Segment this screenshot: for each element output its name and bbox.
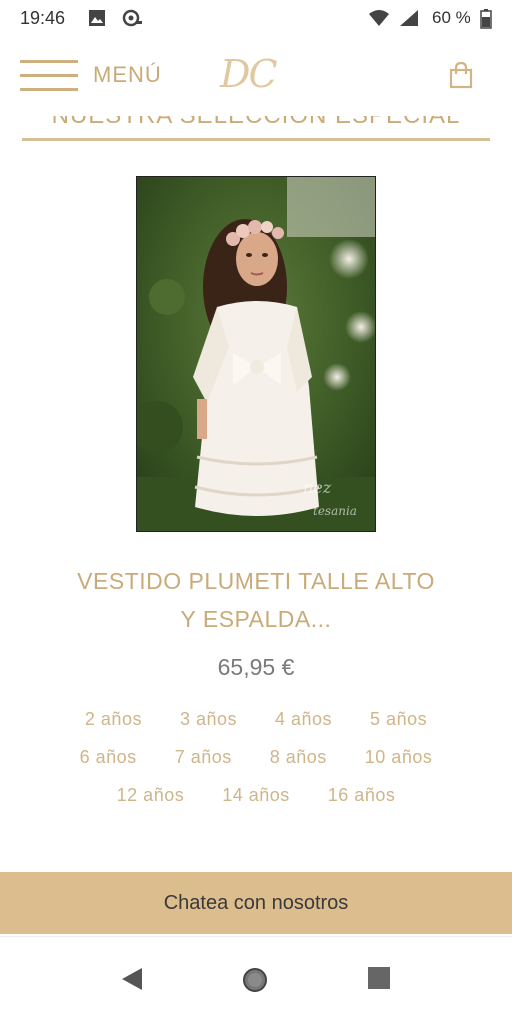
- size-option[interactable]: 10 años: [346, 742, 452, 780]
- section-divider: [22, 138, 490, 141]
- image-icon: [88, 9, 106, 31]
- size-option[interactable]: 16 años: [309, 780, 415, 818]
- chat-button[interactable]: Chatea con nosotros: [0, 872, 512, 934]
- system-nav-bar: [0, 936, 512, 1024]
- size-options: 2 años 3 años 4 años 5 años 6 años 7 año…: [40, 704, 472, 818]
- size-option[interactable]: 5 años: [351, 704, 446, 742]
- size-option[interactable]: 12 años: [98, 780, 204, 818]
- battery-icon: [480, 9, 492, 33]
- status-bar: 19:46 60 %: [0, 0, 512, 36]
- size-option[interactable]: 7 años: [156, 742, 251, 780]
- site-logo[interactable]: DC: [220, 52, 278, 96]
- back-icon[interactable]: [118, 965, 150, 997]
- size-row: 6 años 7 años 8 años 10 años: [40, 742, 472, 780]
- wifi-icon: [368, 9, 390, 31]
- product-image[interactable]: nez tesania: [136, 176, 376, 532]
- svg-text:tesania: tesania: [313, 504, 357, 518]
- size-option[interactable]: 14 años: [203, 780, 309, 818]
- size-option[interactable]: 2 años: [66, 704, 161, 742]
- battery-percent: 60 %: [432, 8, 471, 27]
- gamepad-icon: [122, 9, 144, 31]
- product-title-line2: Y ESPALDA...: [180, 606, 332, 632]
- svg-text:nez: nez: [303, 478, 332, 497]
- size-option[interactable]: 8 años: [251, 742, 346, 780]
- home-icon[interactable]: [240, 965, 272, 997]
- product-title-line1: VESTIDO PLUMETI TALLE ALTO: [77, 568, 435, 594]
- size-option[interactable]: 6 años: [61, 742, 156, 780]
- hamburger-icon: [20, 60, 78, 92]
- size-option[interactable]: 4 años: [256, 704, 351, 742]
- menu-button[interactable]: MENÚ: [20, 58, 170, 98]
- shopping-bag-icon[interactable]: [446, 60, 476, 90]
- signal-icon: [398, 9, 420, 31]
- recents-icon[interactable]: [366, 965, 398, 997]
- size-option[interactable]: 3 años: [161, 704, 256, 742]
- product-price: 65,95 €: [217, 654, 295, 680]
- menu-label: MENÚ: [93, 62, 162, 87]
- size-row: 12 años 14 años 16 años: [40, 780, 472, 818]
- size-row: 2 años 3 años 4 años 5 años: [40, 704, 472, 742]
- site-header: MENÚ DC: [0, 36, 512, 116]
- section-title: NUESTRA SELECCIÓN ESPECIAL: [0, 116, 512, 130]
- product-title[interactable]: VESTIDO PLUMETI TALLE ALTO Y ESPALDA...: [56, 562, 456, 638]
- status-time: 19:46: [20, 8, 66, 28]
